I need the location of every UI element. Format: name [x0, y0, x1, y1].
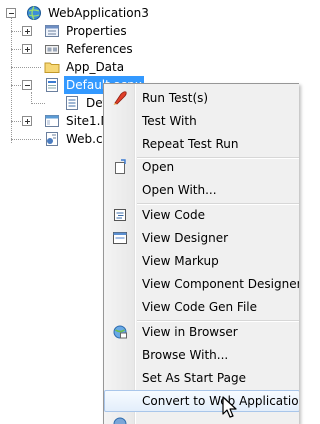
menu-item-view-markup[interactable]: View Markup — [104, 250, 299, 272]
properties-icon — [45, 25, 59, 37]
menu-item-label: View Code — [142, 208, 206, 222]
tree-node-label: References — [66, 42, 133, 56]
context-menu: Run Test(s) Test With Repeat Test Run Op… — [103, 83, 299, 424]
menu-item-label: Test With — [142, 114, 197, 128]
collapse-default-toggle[interactable] — [22, 80, 32, 90]
config-file-icon — [46, 132, 58, 146]
partial-menu-icon — [113, 417, 127, 424]
expand-references-toggle[interactable] — [22, 44, 32, 54]
menu-item-label: Set As Start Page — [142, 371, 246, 385]
menu-item-open-with[interactable]: Open With... — [104, 179, 299, 201]
menu-item-set-as-start-page[interactable]: Set As Start Page — [104, 367, 299, 389]
menu-item-label: View Code Gen File — [142, 300, 258, 314]
menu-item-convert-to-web-application[interactable]: Convert to Web Application — [104, 390, 299, 412]
menu-item-label: Repeat Test Run — [142, 137, 239, 151]
expand-properties-toggle[interactable] — [22, 26, 32, 36]
browser-icon — [113, 325, 127, 339]
references-icon — [45, 45, 59, 54]
menu-item-view-in-browser[interactable]: View in Browser — [104, 321, 299, 343]
menu-item-open[interactable]: Open — [104, 156, 299, 178]
code-file-icon — [66, 96, 78, 110]
web-project-icon — [27, 6, 41, 20]
menu-item-test-with[interactable]: Test With — [104, 110, 299, 132]
menu-item-label: View Markup — [142, 254, 219, 268]
aspx-page-icon — [46, 78, 58, 92]
menu-item-label: Run Test(s) — [142, 91, 209, 105]
menu-item-view-designer[interactable]: View Designer — [104, 227, 299, 249]
open-icon — [115, 159, 126, 174]
menu-item-label: View Component Designer — [142, 277, 299, 291]
tree-node-label: Properties — [66, 24, 127, 38]
tree-line — [11, 18, 12, 143]
master-page-icon — [45, 115, 59, 127]
tree-line — [31, 103, 45, 104]
menu-item-repeat-test-run[interactable]: Repeat Test Run — [104, 133, 299, 155]
menu-item-view-code-gen-file[interactable]: View Code Gen File — [104, 296, 299, 318]
menu-item-label: View Designer — [142, 231, 229, 245]
menu-item-label: View in Browser — [142, 325, 238, 339]
menu-item-run-tests[interactable]: Run Test(s) — [104, 87, 299, 109]
mouse-cursor-icon — [222, 396, 237, 418]
collapse-root-toggle[interactable] — [6, 8, 16, 18]
menu-item-browse-with[interactable]: Browse With... — [104, 344, 299, 366]
tree-node-label: App_Data — [66, 60, 125, 74]
menu-item-label: Open — [142, 160, 175, 174]
folder-icon — [44, 62, 60, 73]
view-code-icon — [114, 209, 126, 221]
tree-line — [11, 67, 41, 68]
run-test-icon — [113, 91, 127, 105]
view-designer-icon — [113, 232, 127, 244]
menu-item-label: Browse With... — [142, 348, 229, 362]
menu-item-view-code[interactable]: View Code — [104, 204, 299, 226]
menu-item-label: Open With... — [142, 183, 217, 197]
menu-item-view-component-designer[interactable]: View Component Designer — [104, 273, 299, 295]
tree-line — [11, 139, 41, 140]
tree-node-label: WebApplication3 — [48, 6, 149, 20]
expand-site1-toggle[interactable] — [22, 116, 32, 126]
